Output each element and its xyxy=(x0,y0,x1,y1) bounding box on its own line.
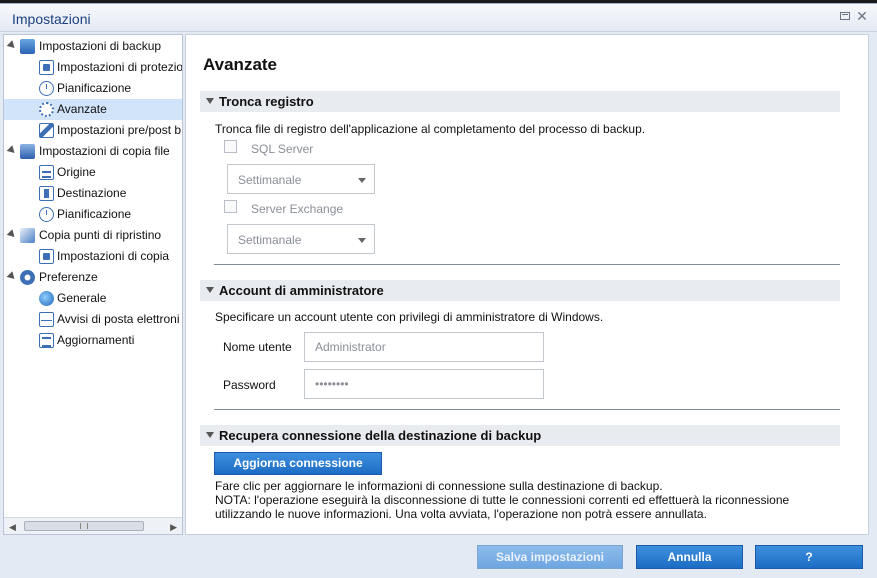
settings-window: Impostazioni ✕ Impostazioni di backup Im… xyxy=(0,3,877,578)
sql-frequency-select[interactable]: Settimanale xyxy=(227,164,375,194)
expand-arrow-icon[interactable] xyxy=(6,145,18,156)
refresh-connection-button[interactable]: Aggiorna connessione xyxy=(214,452,382,475)
restore-icon xyxy=(840,12,850,20)
chevron-down-icon xyxy=(358,178,366,183)
tree-item-destination[interactable]: Destinazione xyxy=(4,183,182,204)
section-divider xyxy=(214,409,840,410)
restore-window-button[interactable] xyxy=(840,10,852,22)
section-header-admin-account[interactable]: Account di amministratore xyxy=(200,280,840,301)
section-divider xyxy=(214,264,840,265)
document-icon xyxy=(39,60,54,75)
password-field[interactable] xyxy=(304,369,544,399)
tree-item-label: Avvisi di posta elettroni xyxy=(57,312,180,326)
mail-icon xyxy=(39,312,54,327)
expand-arrow-icon[interactable] xyxy=(6,40,18,51)
tree-item-backup-schedule[interactable]: Pianificazione xyxy=(4,78,182,99)
reconnect-info-line-3: utilizzando le nuove informazioni. Una v… xyxy=(215,507,707,521)
tree-item-general[interactable]: Generale xyxy=(4,288,182,309)
tree-item-email-alerts[interactable]: Avvisi di posta elettroni xyxy=(4,309,182,330)
section-header-truncate-log[interactable]: Tronca registro xyxy=(200,91,840,112)
tree-horizontal-scrollbar[interactable]: ◀ ▶ xyxy=(4,517,182,534)
tree-item-label: Pianificazione xyxy=(57,81,132,95)
restore-point-icon xyxy=(20,228,35,243)
select-value: Settimanale xyxy=(238,173,302,187)
file-copy-icon xyxy=(20,144,35,159)
tree-item-file-copy-settings[interactable]: Impostazioni di copia file xyxy=(4,141,182,162)
tree-item-advanced[interactable]: Avanzate xyxy=(4,99,182,120)
preferences-icon xyxy=(20,270,35,285)
page-title: Avanzate xyxy=(203,55,278,74)
close-window-button[interactable]: ✕ xyxy=(856,9,868,23)
scroll-left-icon[interactable]: ◀ xyxy=(9,522,16,533)
help-button[interactable]: ? xyxy=(755,545,863,569)
select-value: Settimanale xyxy=(238,233,302,247)
sql-server-checkbox[interactable] xyxy=(224,140,237,153)
advanced-settings-panel: Avanzate Tronca registro Tronca file di … xyxy=(185,34,869,535)
tree-item-label: Copia punti di ripristino xyxy=(39,228,162,242)
tree-item-label: Generale xyxy=(57,291,107,305)
globe-icon xyxy=(39,291,54,306)
tree-item-file-copy-schedule[interactable]: Pianificazione xyxy=(4,204,182,225)
tree-item-pre-post-settings[interactable]: Impostazioni pre/post b xyxy=(4,120,182,141)
username-field[interactable] xyxy=(304,332,544,362)
section-title: Account di amministratore xyxy=(219,283,384,298)
tree-item-label: Impostazioni di copia file xyxy=(39,144,170,158)
tree-item-copy-settings[interactable]: Impostazioni di copia xyxy=(4,246,182,267)
destination-icon xyxy=(39,186,54,201)
scroll-right-icon[interactable]: ▶ xyxy=(170,522,177,533)
collapse-arrow-icon xyxy=(206,432,214,438)
dialog-footer: Salva impostazioni Annulla ? xyxy=(0,538,877,578)
password-label: Password xyxy=(223,378,276,392)
section-title: Recupera connessione della destinazione … xyxy=(219,428,542,443)
backup-icon xyxy=(20,39,35,54)
sql-server-label: SQL Server xyxy=(251,142,314,156)
network-icon xyxy=(39,165,54,180)
tree-item-protection-settings[interactable]: Impostazioni di protezio xyxy=(4,57,182,78)
tree-item-label: Destinazione xyxy=(57,186,127,200)
tree-item-label: Impostazioni pre/post b xyxy=(57,123,182,137)
collapse-arrow-icon xyxy=(206,287,214,293)
window-title: Impostazioni xyxy=(12,11,91,27)
clock-icon xyxy=(39,81,54,96)
tree-item-label: Pianificazione xyxy=(57,207,132,221)
tree-item-label: Aggiornamenti xyxy=(57,333,135,347)
cancel-button[interactable]: Annulla xyxy=(636,545,743,569)
settings-tree: Impostazioni di backup Impostazioni di p… xyxy=(3,34,183,535)
section-title: Tronca registro xyxy=(219,94,314,109)
exchange-frequency-select[interactable]: Settimanale xyxy=(227,224,375,254)
section-header-reconnect[interactable]: Recupera connessione della destinazione … xyxy=(200,425,840,446)
clock-icon xyxy=(39,207,54,222)
username-label: Nome utente xyxy=(223,340,292,354)
expand-arrow-icon[interactable] xyxy=(6,271,18,282)
tree-item-copy-recovery-points[interactable]: Copia punti di ripristino xyxy=(4,225,182,246)
exchange-server-label: Server Exchange xyxy=(251,202,344,216)
reconnect-info-line-2: NOTA: l'operazione eseguirà la disconnes… xyxy=(215,493,790,507)
tree-item-backup-settings[interactable]: Impostazioni di backup xyxy=(4,36,182,57)
tree-item-label: Avanzate xyxy=(57,102,107,116)
tree-item-label: Impostazioni di backup xyxy=(39,39,162,53)
expand-arrow-icon[interactable] xyxy=(6,229,18,240)
tree-item-label: Preferenze xyxy=(39,270,98,284)
tree-item-updates[interactable]: Aggiornamenti xyxy=(4,330,182,351)
gear-icon xyxy=(39,102,54,117)
tree-item-label: Origine xyxy=(57,165,96,179)
save-settings-button[interactable]: Salva impostazioni xyxy=(477,545,623,569)
grip-icon xyxy=(80,523,88,529)
tree-item-label: Impostazioni di copia xyxy=(57,249,170,263)
reconnect-info-line-1: Fare clic per aggiornare le informazioni… xyxy=(215,479,663,493)
tree-item-source[interactable]: Origine xyxy=(4,162,182,183)
wrench-icon xyxy=(39,123,54,138)
truncate-description: Tronca file di registro dell'applicazion… xyxy=(215,122,646,136)
document-icon xyxy=(39,249,54,264)
tree-item-preferences[interactable]: Preferenze xyxy=(4,267,182,288)
exchange-server-checkbox[interactable] xyxy=(224,200,237,213)
title-bar: Impostazioni ✕ xyxy=(0,4,877,32)
tree-item-label: Impostazioni di protezio xyxy=(57,60,183,74)
update-icon xyxy=(39,333,54,348)
chevron-down-icon xyxy=(358,238,366,243)
admin-description: Specificare un account utente con privil… xyxy=(215,310,604,324)
collapse-arrow-icon xyxy=(206,98,214,104)
